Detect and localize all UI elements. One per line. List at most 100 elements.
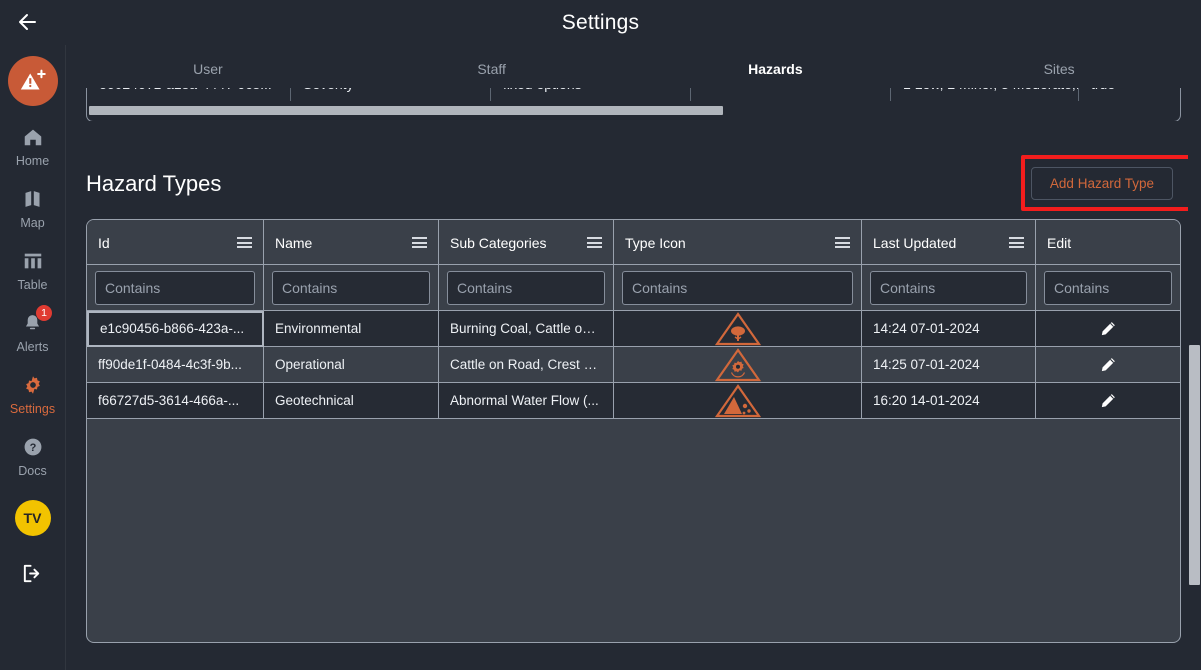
tab-staff[interactable]: Staff (350, 45, 634, 93)
filter-input-last-updated[interactable] (870, 271, 1027, 305)
warning-plus-icon (20, 69, 46, 90)
pencil-icon[interactable] (1098, 319, 1118, 339)
cell-id[interactable]: ff90de1f-0484-4c3f-9b... (87, 347, 264, 383)
settings-tabs: User Staff Hazards Sites (66, 45, 1201, 93)
logout-button[interactable] (21, 562, 44, 590)
cell-name[interactable]: Environmental (264, 311, 439, 347)
table-icon (22, 249, 44, 273)
cell-sub-categories[interactable]: Cattle on Road, Crest U... (439, 347, 614, 383)
filter-cell-edit (1036, 265, 1180, 311)
sidebar-item-label: Table (17, 278, 48, 292)
horizontal-scrollbar-thumb[interactable] (89, 106, 723, 115)
column-header-sub-categories[interactable]: Sub Categories (439, 220, 614, 265)
back-button[interactable] (10, 6, 44, 38)
hazard-add-logo-icon[interactable] (7, 56, 58, 106)
column-label: Type Icon (625, 234, 686, 251)
cell-type-icon[interactable] (614, 383, 862, 419)
sidebar-item-home[interactable]: Home (0, 125, 66, 168)
filter-cell-last-updated (862, 265, 1036, 311)
column-header-edit: Edit (1036, 220, 1180, 265)
table-row[interactable]: f66727d5-3614-466a-... Geotechnical Abno… (87, 383, 1180, 419)
column-label: Id (98, 234, 110, 251)
cell-type-icon[interactable] (614, 311, 862, 347)
cell-flag: true (1079, 88, 1180, 101)
column-header-last-updated[interactable]: Last Updated (862, 220, 1036, 265)
filter-input-name[interactable] (272, 271, 430, 305)
cell-type-icon[interactable] (614, 347, 862, 383)
cell-id[interactable]: f66727d5-3614-466a-... (87, 383, 264, 419)
column-menu-icon[interactable] (835, 235, 850, 251)
upper-table: e60246?1-a18a-444?-9c8... Severity fixed… (86, 88, 1181, 121)
cell-id[interactable]: e1c90456-b866-423a-... (87, 311, 264, 347)
cell-edit[interactable] (1036, 383, 1180, 419)
settings-page: Settings Home Map Table 1 Alerts Setting… (0, 0, 1201, 670)
avatar[interactable]: TV (14, 500, 51, 536)
horizontal-scrollbar[interactable] (89, 106, 1178, 115)
cell-edit[interactable] (1036, 347, 1180, 383)
column-menu-icon[interactable] (587, 235, 602, 251)
vertical-scrollbar[interactable] (1188, 93, 1201, 670)
hazard-tree-icon (714, 312, 761, 346)
vertical-scrollbar-thumb[interactable] (1189, 345, 1200, 585)
cell-last-updated[interactable]: 14:24 07-01-2024 (862, 311, 1036, 347)
pencil-icon[interactable] (1098, 391, 1118, 411)
filter-input-edit[interactable] (1044, 271, 1172, 305)
filter-input-type-icon[interactable] (622, 271, 853, 305)
tab-hazards[interactable]: Hazards (634, 45, 918, 93)
cell-sub-categories[interactable]: Abnormal Water Flow (... (439, 383, 614, 419)
filter-cell-sub-categories (439, 265, 614, 311)
cell-name: Severity (291, 88, 491, 101)
column-menu-icon[interactable] (1009, 235, 1024, 251)
sidebar-item-label: Alerts (16, 340, 49, 354)
column-label: Edit (1047, 234, 1072, 251)
alerts-badge: 1 (36, 305, 52, 321)
cell-name[interactable]: Geotechnical (264, 383, 439, 419)
column-header-id[interactable]: Id (87, 220, 264, 265)
sidebar: Home Map Table 1 Alerts Settings ? Docs … (0, 45, 66, 670)
sidebar-item-table[interactable]: Table (0, 249, 66, 292)
sidebar-item-label: Map (20, 216, 45, 230)
hazard-gear-icon (714, 348, 761, 382)
cell-blank (691, 88, 891, 101)
filter-cell-type-icon (614, 265, 862, 311)
table-filter-row (87, 265, 1180, 311)
sidebar-item-map[interactable]: Map (0, 187, 66, 230)
section-header: Hazard Types Add Hazard Type (86, 163, 1181, 205)
add-hazard-type-button[interactable]: Add Hazard Type (1030, 167, 1173, 200)
cell-name[interactable]: Operational (264, 347, 439, 383)
hazard-types-table: Id Name Sub Categories Type Icon Last Up… (86, 219, 1181, 643)
column-menu-icon[interactable] (237, 235, 252, 251)
pencil-icon[interactable] (1098, 355, 1118, 375)
page-title: Settings (561, 10, 640, 34)
cell-sub-categories[interactable]: Burning Coal, Cattle on ... (439, 311, 614, 347)
filter-input-id[interactable] (95, 271, 255, 305)
column-menu-icon[interactable] (412, 235, 427, 251)
table-row[interactable]: e1c90456-b866-423a-... Environmental Bur… (87, 311, 1180, 347)
column-header-type-icon[interactable]: Type Icon (614, 220, 862, 265)
column-label: Sub Categories (450, 234, 547, 251)
arrow-left-icon (19, 14, 36, 30)
tab-sites[interactable]: Sites (917, 45, 1201, 93)
column-label: Name (275, 234, 313, 251)
column-header-name[interactable]: Name (264, 220, 439, 265)
cell-last-updated[interactable]: 16:20 14-01-2024 (862, 383, 1036, 419)
filter-input-sub-categories[interactable] (447, 271, 605, 305)
sidebar-item-settings[interactable]: Settings (0, 373, 66, 416)
sidebar-item-docs[interactable]: ? Docs (0, 435, 66, 478)
hazard-rockfall-icon (714, 384, 761, 418)
cell-last-updated[interactable]: 14:25 07-01-2024 (862, 347, 1036, 383)
gear-icon (22, 373, 44, 397)
map-icon (22, 187, 43, 211)
bell-icon: 1 (22, 305, 52, 335)
sidebar-item-label: Home (15, 154, 50, 168)
cell-edit[interactable] (1036, 311, 1180, 347)
help-circle-icon: ? (22, 435, 44, 459)
tab-user[interactable]: User (66, 45, 350, 93)
sidebar-item-alerts[interactable]: 1 Alerts (0, 305, 66, 354)
table-row[interactable]: ff90de1f-0484-4c3f-9b... Operational Cat… (87, 347, 1180, 383)
home-icon (22, 125, 44, 149)
cell-id: e60246?1-a18a-444?-9c8... (87, 88, 291, 101)
upper-table-clipped: e60246?1-a18a-444?-9c8... Severity fixed… (86, 88, 1181, 121)
table-row: e60246?1-a18a-444?-9c8... Severity fixed… (87, 88, 1180, 101)
filter-cell-name (264, 265, 439, 311)
